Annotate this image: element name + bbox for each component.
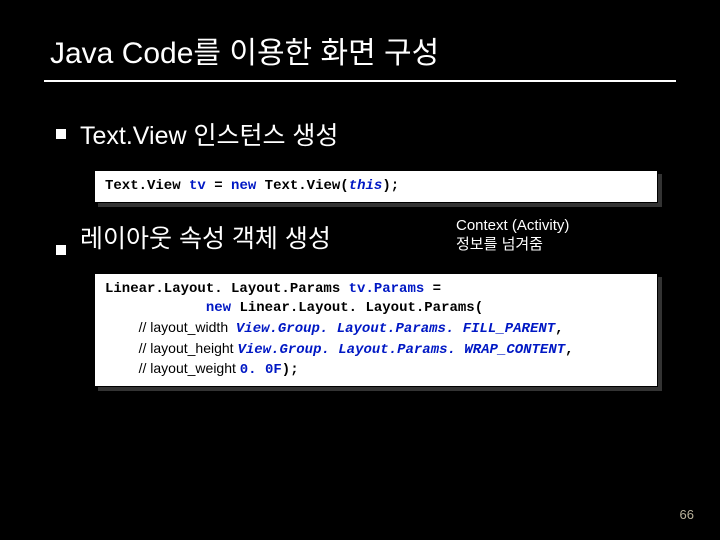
code-box-1: Text.View tv = new Text.View(this); xyxy=(94,170,658,203)
c2l1-var: tv.Params xyxy=(349,281,425,297)
code1-type2: Text.View xyxy=(265,178,341,194)
c2l5-rp: ) xyxy=(282,362,290,378)
code1-type1: Text.View xyxy=(105,178,189,194)
code1-var: tv xyxy=(189,178,206,194)
c2l3-comma: , xyxy=(555,321,563,337)
c2l2-t1: Linear.Layout. Layout.Params xyxy=(239,300,474,316)
code1-new: new xyxy=(231,178,256,194)
code1-eq: = xyxy=(206,178,231,194)
context-annotation: Context (Activity) 정보를 넘겨줌 xyxy=(456,216,569,255)
page-number: 66 xyxy=(680,507,694,522)
title-underline xyxy=(44,80,676,82)
c2l3-comment: // layout_width xyxy=(139,319,236,335)
bullet-icon xyxy=(56,245,66,255)
code-box-2: Linear.Layout. Layout.Params tv.Params =… xyxy=(94,273,658,387)
c2l1-eq: = xyxy=(424,281,441,297)
slide-title: Java Code를 이용한 화면 구성 xyxy=(50,28,670,72)
c2l5-val: 0. 0F xyxy=(240,362,282,378)
c2l5-indent xyxy=(105,362,139,378)
c2l3-val: View.Group. Layout.Params. FILL_PARENT xyxy=(236,321,555,337)
c2l2-new: new xyxy=(206,300,231,316)
bullet-icon xyxy=(56,129,66,139)
bullet-1: Text.View 인스턴스 생성 xyxy=(56,116,670,152)
c2l4-comma: , xyxy=(565,342,573,358)
code1-lp: ( xyxy=(340,178,348,194)
annotation-line1: Context (Activity) xyxy=(456,216,569,236)
c2l5-semi: ; xyxy=(290,362,298,378)
code1-sp xyxy=(256,178,264,194)
code1-this: this xyxy=(349,178,383,194)
bullet-1-text: Text.View 인스턴스 생성 xyxy=(80,116,338,152)
c2l4-comment: // layout_height xyxy=(139,340,238,356)
c2l1-t1: Linear.Layout. Layout.Params xyxy=(105,281,349,297)
c2l5-comment: // layout_weight xyxy=(139,360,240,376)
bullet-2-text: 레이아웃 속성 객체 생성 xyxy=(80,219,331,255)
code1-semi: ; xyxy=(391,178,399,194)
annotation-line2: 정보를 넘겨줌 xyxy=(456,235,569,255)
c2l4-val: View.Group. Layout.Params. WRAP_CONTENT xyxy=(237,342,565,358)
slide: Java Code를 이용한 화면 구성 Text.View 인스턴스 생성 T… xyxy=(0,0,720,540)
c2l4-indent xyxy=(105,342,139,358)
c2l2-indent xyxy=(105,300,206,316)
c2l2-lp: ( xyxy=(475,300,483,316)
c2l3-indent xyxy=(105,321,139,337)
code1-rp: ) xyxy=(382,178,390,194)
bullet-2-row: 레이아웃 속성 객체 생성 Context (Activity) 정보를 넘겨줌 xyxy=(56,219,670,255)
